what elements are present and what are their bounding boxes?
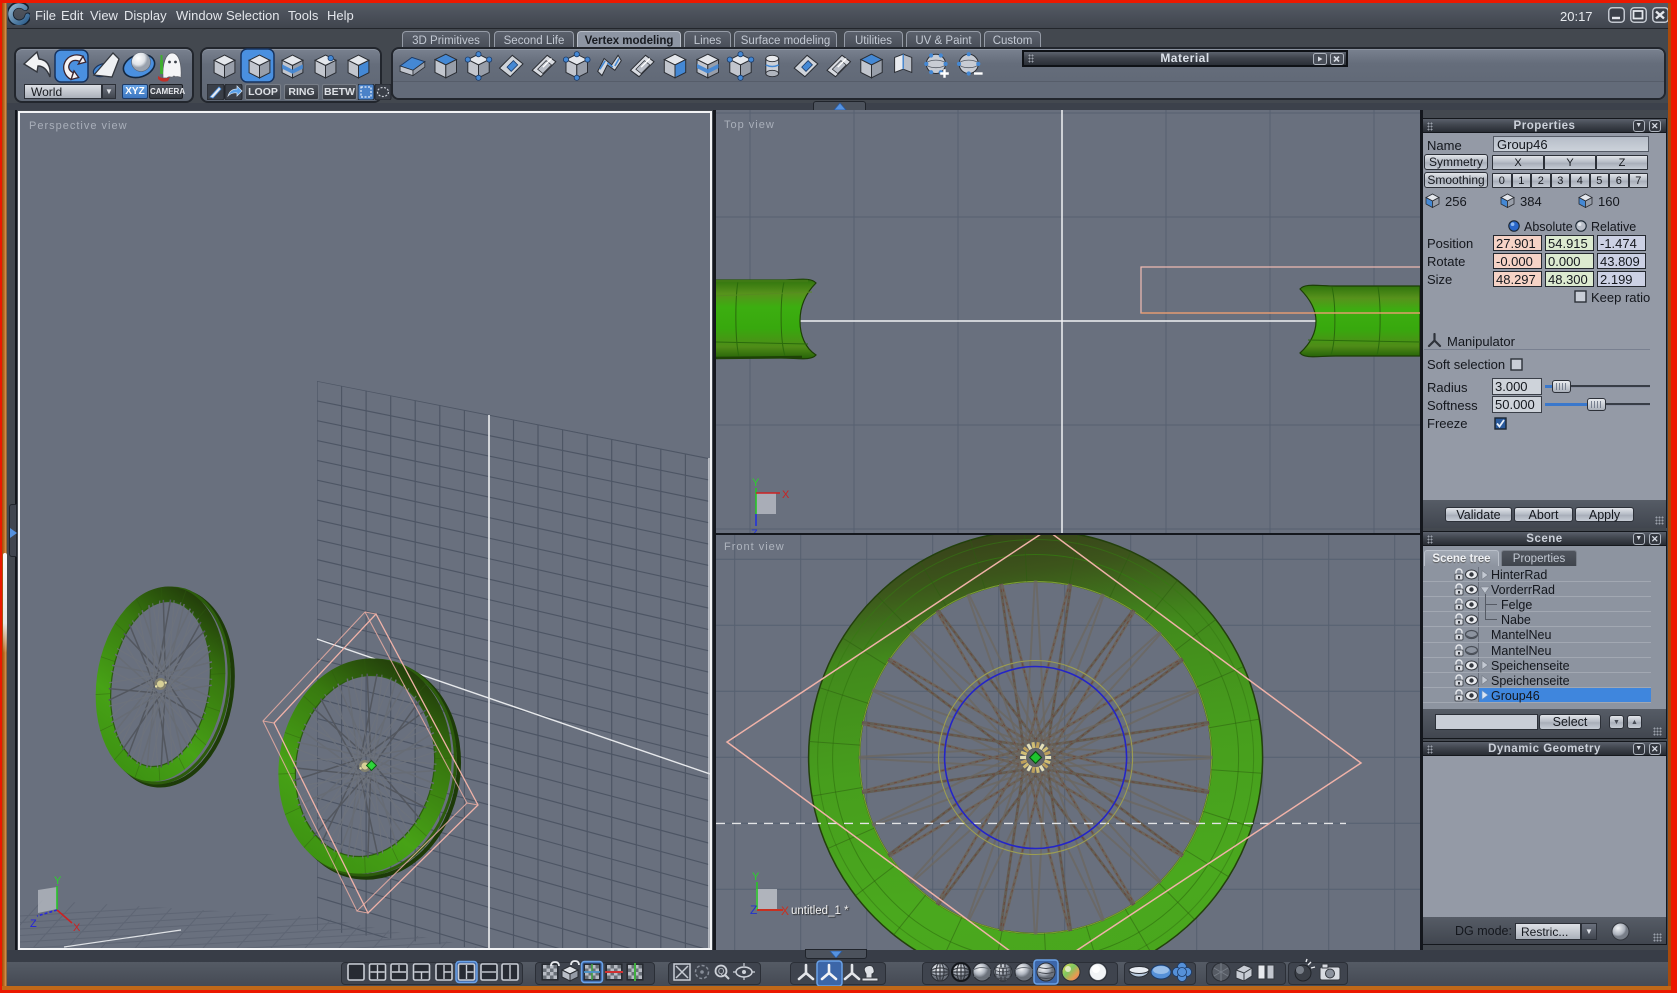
svg-text:untitled_1 *: untitled_1 * xyxy=(791,905,849,917)
svg-text:X: X xyxy=(782,489,790,501)
svg-text:Z: Z xyxy=(751,528,758,533)
svg-text:Y: Y xyxy=(54,875,62,887)
svg-text:Z: Z xyxy=(750,903,757,917)
svg-text:Y: Y xyxy=(752,871,760,883)
svg-text:X: X xyxy=(781,904,789,918)
svg-text:Y: Y xyxy=(752,477,760,489)
svg-text:X: X xyxy=(73,922,81,934)
svg-text:Z: Z xyxy=(30,918,37,930)
